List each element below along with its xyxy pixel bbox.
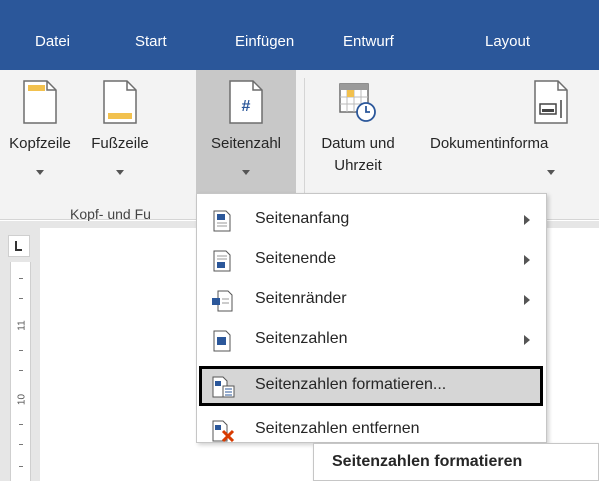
date-time-label-line1: Datum und	[321, 135, 395, 152]
chevron-right-icon	[524, 295, 530, 305]
menu-item-remove-page-numbers[interactable]: Seitenzahlen entfernen	[197, 410, 546, 442]
menu-item-bottom-of-page[interactable]: Seitenende	[197, 240, 546, 280]
ruler-tick	[19, 350, 23, 351]
page-number-button[interactable]: # Seitenzahl	[196, 70, 296, 200]
page-number-button-label: Seitenzahl	[210, 135, 282, 152]
tab-datei[interactable]: Datei	[35, 33, 70, 50]
menu-item-label: Seitenende	[255, 250, 336, 267]
tab-stop-selector[interactable]	[8, 235, 30, 257]
tab-start[interactable]: Start	[135, 33, 167, 50]
group-label-header-footer: Kopf- und Fu	[70, 206, 151, 222]
date-time-label-line2: Uhrzeit	[334, 157, 382, 174]
chevron-right-icon	[524, 215, 530, 225]
tab-entwurf[interactable]: Entwurf	[343, 33, 394, 50]
ruler-tick	[19, 424, 23, 425]
ruler-number: 11	[16, 320, 28, 331]
tab-layout[interactable]: Layout	[485, 33, 530, 50]
menu-item-current-position[interactable]: Seitenzahlen	[197, 320, 546, 360]
ruler-tick	[19, 466, 23, 467]
document-info-icon	[534, 80, 568, 128]
menu-item-label: Seitenzahlen formatieren...	[255, 376, 447, 393]
tab-einfuegen[interactable]: Einfügen	[235, 33, 294, 50]
tooltip: Seitenzahlen formatieren	[313, 443, 599, 481]
ruler-tick	[19, 444, 23, 445]
chevron-down-icon	[116, 170, 124, 175]
footer-page-icon	[103, 80, 137, 128]
current-position-icon	[211, 330, 233, 352]
page-margins-icon	[211, 290, 233, 312]
ruler-tick	[19, 298, 23, 299]
menu-item-format-page-numbers[interactable]: Seitenzahlen formatieren...	[199, 366, 543, 406]
format-page-numbers-icon	[211, 376, 235, 398]
chevron-down-icon	[242, 170, 250, 175]
tooltip-text: Seitenzahlen formatieren	[332, 453, 523, 470]
group-separator	[304, 78, 305, 208]
svg-text:#: #	[242, 98, 251, 115]
chevron-down-icon	[547, 170, 555, 175]
vertical-ruler: 11 10	[10, 262, 31, 481]
document-info-button[interactable]: Dokumentinforma	[404, 70, 599, 200]
page-top-icon	[211, 210, 233, 232]
ruler-tick	[19, 278, 23, 279]
ruler-number: 10	[16, 393, 28, 406]
menu-item-label: Seitenzahlen entfernen	[255, 420, 420, 437]
menu-item-label: Seitenränder	[255, 290, 347, 307]
page-number-icon: #	[229, 80, 263, 128]
remove-page-numbers-icon	[211, 420, 235, 442]
calendar-clock-icon	[338, 80, 378, 128]
header-button[interactable]: Kopfzeile	[2, 70, 78, 200]
menu-item-label: Seitenzahlen	[255, 330, 348, 347]
header-button-label: Kopfzeile	[9, 135, 71, 152]
menu-item-page-margins[interactable]: Seitenränder	[197, 280, 546, 320]
chevron-right-icon	[524, 335, 530, 345]
footer-button[interactable]: Fußzeile	[80, 70, 160, 200]
header-page-icon	[23, 80, 57, 128]
date-time-button[interactable]: Datum und Uhrzeit	[312, 70, 404, 200]
document-info-label: Dokumentinforma	[430, 135, 549, 152]
page-bottom-icon	[211, 250, 233, 272]
chevron-right-icon	[524, 255, 530, 265]
ruler-tick	[19, 370, 23, 371]
footer-button-label: Fußzeile	[91, 135, 149, 152]
chevron-down-icon	[36, 170, 44, 175]
menu-item-top-of-page[interactable]: Seitenanfang	[197, 200, 546, 240]
menu-item-label: Seitenanfang	[255, 210, 350, 227]
ribbon-tab-bar: Datei Start Einfügen Entwurf Layout	[0, 0, 599, 70]
page-number-menu: Seitenanfang Seitenende Seitenränder Sei…	[196, 193, 547, 443]
